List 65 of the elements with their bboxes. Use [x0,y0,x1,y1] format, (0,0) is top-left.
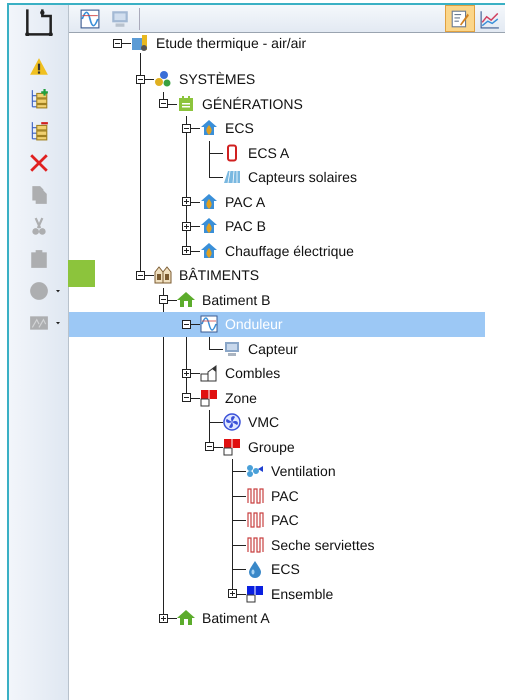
zone-icon [200,388,218,407]
house-drop-icon [200,217,218,236]
tree-item[interactable]: PAC A [182,190,485,214]
tree-item[interactable]: SYSTÈMES [136,67,485,92]
drop-icon [246,560,264,578]
tree-item[interactable]: Capteurs solaires [205,165,485,190]
expand-toggle-icon[interactable] [182,246,191,256]
tree-item[interactable]: Batiment B [159,288,485,312]
tree-item[interactable]: Batiment A [159,606,485,630]
expand-toggle-icon[interactable] [182,368,191,378]
house-drop-icon [200,242,218,260]
warning-icon[interactable] [28,57,48,77]
group-icon [246,584,264,603]
delete-icon[interactable] [28,153,48,173]
tree-item[interactable]: Etude thermique - air/air [113,33,485,53]
expand-toggle-icon[interactable] [205,442,214,452]
expand-toggle-icon[interactable] [136,74,145,84]
radiator-icon [246,486,264,505]
tree-item[interactable]: Zone [182,386,485,410]
fan-icon [223,413,241,432]
tree-item[interactable]: GÉNÉRATIONS [159,92,485,116]
tree-item[interactable]: ECS [182,116,485,140]
line-chart-icon[interactable] [480,8,500,28]
tree-item[interactable]: PAC [228,484,485,508]
tree-item[interactable]: Combles [182,361,485,386]
calendar-icon [177,94,195,113]
tree-item[interactable]: BÂTIMENTS [136,263,485,288]
expand-toggle-icon[interactable] [136,270,145,280]
expand-toggle-icon[interactable] [159,295,168,304]
expand-toggle-icon[interactable] [182,197,191,206]
wave-chart-icon [200,315,218,334]
expand-toggle-icon[interactable] [182,393,191,402]
tree-item[interactable]: ECS A [205,140,485,165]
tree-item[interactable]: Chauffage électrique [182,238,485,263]
house-drop-icon [200,119,218,138]
project-icon [131,34,149,52]
radiator-icon [246,536,264,554]
expand-toggle-icon[interactable] [113,38,122,48]
expand-toggle-icon[interactable] [159,614,168,623]
tree-item[interactable]: PAC B [182,214,485,238]
tree-item[interactable]: Seche serviettes [228,532,485,557]
expand-toggle-icon[interactable] [159,99,168,108]
expand-toggle-icon[interactable] [182,124,191,133]
house-drop-icon [200,192,218,211]
radiator-icon [246,511,264,530]
house-icon [177,290,195,309]
wave-chart-icon[interactable] [80,8,100,28]
tree-item[interactable]: ECS [228,557,485,582]
house-icon [177,609,195,628]
roof-icon [200,364,218,382]
edit-icon[interactable] [450,8,470,28]
tree-item[interactable]: Ventilation [228,459,485,484]
status-marker [68,260,95,287]
tree-item[interactable]: PAC [228,508,485,532]
tree-item[interactable]: Capteur [205,336,485,361]
expand-toggle-icon[interactable] [228,589,237,598]
tree-item[interactable]: Ensemble [228,582,485,606]
monitor-icon [223,340,241,358]
buildings-icon [154,266,172,284]
expand-toggle-icon[interactable] [182,320,191,329]
zone-icon [223,438,241,456]
tree-item[interactable]: Groupe [205,434,485,459]
gears-icon [154,70,172,88]
expand-toggle-icon[interactable] [182,222,191,231]
tree-item[interactable]: VMC [205,410,485,434]
